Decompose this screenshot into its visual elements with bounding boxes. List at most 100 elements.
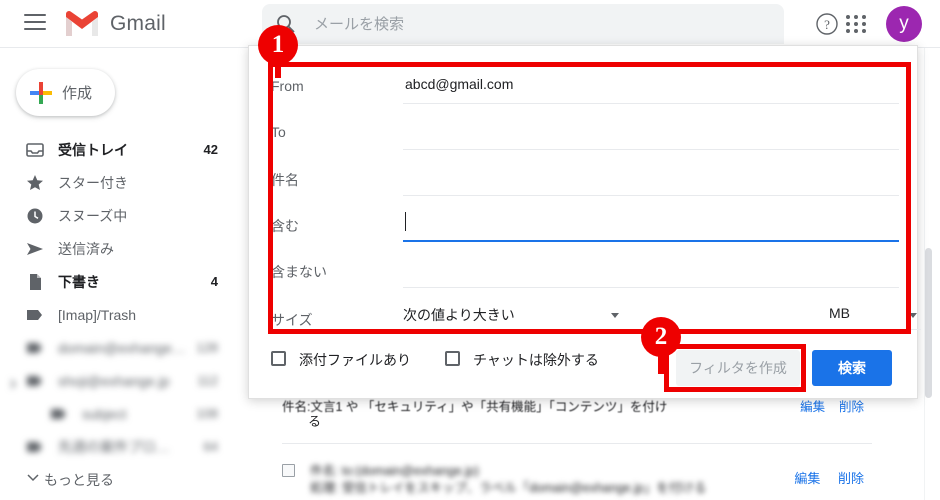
compose-button[interactable]: 作成: [16, 69, 115, 116]
scrollbar-thumb[interactable]: [925, 248, 932, 398]
size-row: サイズ 次の値より大きい MB: [271, 300, 921, 340]
sidebar-item-count: 112: [197, 373, 218, 388]
subject-input[interactable]: [403, 160, 899, 196]
size-unit-value: MB: [829, 305, 850, 321]
chevron-down-icon: [611, 313, 619, 318]
sidebar-item-inbox[interactable]: 受信トレイ 42: [0, 133, 258, 166]
checkbox-row: 添付ファイルあり チャットは除外する: [271, 348, 899, 372]
advanced-search-dialog: From To 件名 含む 含まない サイズ 次の値より大きい: [248, 45, 921, 399]
delete-link[interactable]: 削除: [839, 400, 864, 414]
help-icon[interactable]: ?: [815, 12, 839, 36]
field-label: 含まない: [271, 264, 327, 280]
sidebar-item-count: 128: [196, 340, 218, 355]
hamburger-icon[interactable]: [24, 14, 46, 34]
sidebar-item-more[interactable]: もっと見る: [0, 463, 258, 496]
field-row-to: To: [271, 114, 899, 154]
sidebar: 作成 受信トレイ 42 スター付き スヌーズ中 送信済み 下書き 4 [Imap…: [0, 48, 258, 500]
sidebar-item-starred[interactable]: スター付き: [0, 166, 258, 199]
send-icon: [26, 239, 54, 259]
create-filter-button[interactable]: フィルタを作成: [676, 350, 800, 386]
plus-icon: [30, 82, 52, 104]
sidebar-item-label-3[interactable]: subject 108: [0, 397, 258, 430]
label-icon: [26, 305, 54, 325]
sidebar-nav-list: 受信トレイ 42 スター付き スヌーズ中 送信済み 下書き 4 [Imap]/T…: [0, 133, 258, 496]
filter-divider: [282, 443, 872, 444]
label-icon: [50, 404, 78, 424]
chevron-down-icon: [26, 470, 40, 489]
sidebar-item-drafts[interactable]: 下書き 4: [0, 265, 258, 298]
field-label: 件名: [271, 172, 299, 188]
size-label: サイズ: [271, 312, 313, 328]
field-label: 含む: [271, 218, 299, 234]
field-row-includes: 含む: [271, 206, 899, 246]
size-operator-dropdown[interactable]: 次の値より大きい: [401, 300, 627, 330]
sidebar-item-count: 108: [196, 406, 218, 421]
sidebar-item-label: スター付き: [58, 174, 128, 191]
edit-link[interactable]: 編集: [794, 471, 820, 486]
sidebar-item-label: [Imap]/Trash: [58, 306, 137, 323]
sidebar-item-label: 下書き: [58, 273, 100, 290]
size-operator-value: 次の値より大きい: [403, 307, 515, 323]
search-input[interactable]: [314, 4, 764, 44]
has-attachment-label: 添付ファイルあり: [299, 352, 411, 368]
sidebar-item-label-4[interactable]: 先週の案件プロ… 64: [0, 430, 258, 463]
top-bar: Gmail ? y: [0, 0, 940, 48]
size-unit-dropdown[interactable]: MB: [827, 300, 921, 330]
size-value-input[interactable]: [641, 300, 813, 330]
from-input[interactable]: [403, 68, 899, 104]
delete-link[interactable]: 削除: [838, 471, 864, 486]
sidebar-item-label-2[interactable]: shoji@exhange.jp 112: [0, 364, 258, 397]
field-row-from: From: [271, 68, 899, 108]
chevron-down-icon: [909, 313, 917, 318]
sidebar-item-label: subject: [82, 405, 127, 422]
svg-text:?: ?: [824, 17, 830, 32]
chevron-right-icon[interactable]: [8, 376, 18, 388]
sidebar-item-label: 送信済み: [58, 240, 114, 257]
background-filter-row-cut: 件名:文言1 や 「セキュリティ」や「共有機能」「コンテンツ」を付け 編集 削除: [282, 396, 902, 418]
sidebar-item-label: shoji@exhange.jp: [58, 372, 170, 389]
avatar[interactable]: y: [886, 6, 922, 42]
gmail-app-window: 件名:文言1 や 「セキュリティ」や「共有機能」「コンテンツ」を付け 編集 削除…: [0, 0, 940, 500]
exclude-chats-checkbox[interactable]: [445, 351, 460, 366]
sidebar-item-sent[interactable]: 送信済み: [0, 232, 258, 265]
search-button[interactable]: 検索: [812, 350, 892, 386]
field-label: From: [271, 78, 304, 94]
sidebar-item-count: 42: [203, 142, 218, 157]
star-icon: [26, 173, 54, 193]
filter-row-sub: 処理: 受信トレイをスキップ、ラベル「domain@exhange.jp」を付け…: [310, 481, 707, 495]
draft-icon: [26, 272, 54, 292]
sidebar-item-count: 4: [210, 274, 218, 289]
field-row-subject: 件名: [271, 160, 899, 200]
sidebar-item-label: もっと見る: [44, 471, 114, 488]
has-attachment-checkbox[interactable]: [271, 351, 286, 366]
gmail-logo-icon: [64, 10, 100, 38]
label-icon: [26, 437, 54, 457]
label-icon: [26, 371, 54, 391]
sidebar-item-label: 先週の案件プロ…: [58, 438, 170, 455]
sidebar-item-label: 受信トレイ: [58, 141, 128, 158]
search-icon[interactable]: [276, 14, 296, 34]
sidebar-item-label: domain@exhange…: [58, 339, 186, 356]
sidebar-item-label: スヌーズ中: [58, 207, 128, 224]
excludes-input[interactable]: [403, 252, 899, 288]
field-label: To: [271, 124, 286, 140]
to-input[interactable]: [403, 114, 899, 150]
compose-label: 作成: [62, 85, 93, 102]
search-bar[interactable]: [262, 4, 784, 44]
filter-row-checkbox[interactable]: [282, 464, 295, 477]
label-icon: [26, 338, 54, 358]
apps-grid-icon[interactable]: [845, 13, 867, 35]
sidebar-item-snoozed[interactable]: スヌーズ中: [0, 199, 258, 232]
includes-input[interactable]: [403, 206, 899, 242]
sidebar-item-count: 64: [203, 439, 218, 454]
filter-row-links[interactable]: 編集 削除: [780, 468, 864, 487]
inbox-icon: [26, 140, 54, 160]
sidebar-item-label-1[interactable]: domain@exhange… 128: [0, 331, 258, 364]
exclude-chats-label: チャットは除外する: [473, 352, 599, 368]
edit-link[interactable]: 編集: [800, 400, 825, 414]
filter-cut-wrap: る: [308, 414, 322, 429]
filter-cut-text: 件名:文言1 や 「セキュリティ」や「共有機能」「コンテンツ」を付け: [282, 400, 668, 414]
text-cursor: [405, 212, 406, 231]
sidebar-item-imap-trash[interactable]: [Imap]/Trash: [0, 298, 258, 331]
field-row-excludes: 含まない: [271, 252, 899, 292]
